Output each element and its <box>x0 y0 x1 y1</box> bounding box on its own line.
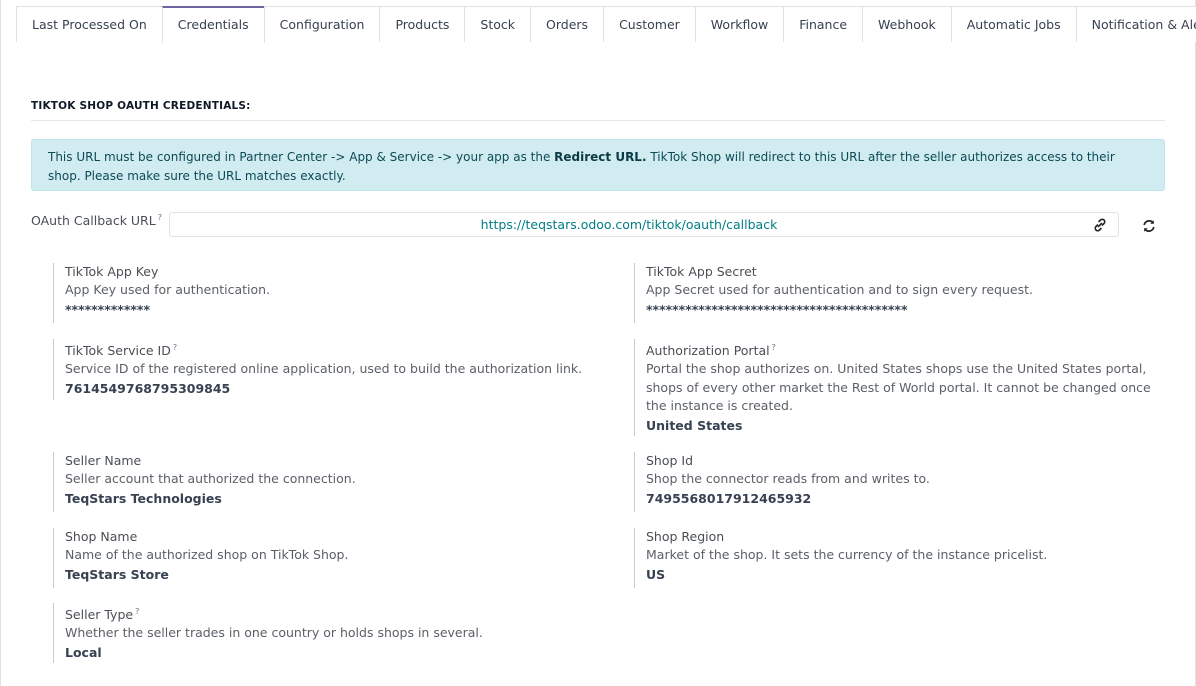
tab-products[interactable]: Products <box>379 6 466 42</box>
field-app-secret: TikTok App Secret App Secret used for au… <box>634 263 1164 323</box>
section-title: TIKTOK SHOP OAUTH CREDENTIALS: <box>31 100 1165 121</box>
shop-region-value[interactable]: US <box>646 565 1164 584</box>
field-label: TikTok Service ID? <box>65 343 178 359</box>
help-tooltip-icon[interactable]: ? <box>173 343 177 352</box>
authorization-portal-value[interactable]: United States <box>646 416 1164 435</box>
field-shop-id: Shop Id Shop the connector reads from an… <box>634 452 1164 512</box>
field-help: Service ID of the registered online appl… <box>65 361 583 377</box>
info-alert: This URL must be configured in Partner C… <box>31 139 1165 191</box>
refresh-icon[interactable] <box>1141 218 1157 234</box>
alert-text-1: This URL must be configured in Partner C… <box>48 150 555 164</box>
field-help: Shop the connector reads from and writes… <box>646 471 930 486</box>
callback-url-label: OAuth Callback URL? <box>31 213 162 228</box>
help-tooltip-icon[interactable]: ? <box>158 213 162 222</box>
tab-webhook[interactable]: Webhook <box>862 6 952 42</box>
field-label: Seller Name <box>65 453 142 468</box>
field-label: Shop Name <box>65 529 138 544</box>
link-icon[interactable] <box>1092 217 1108 233</box>
tab-orders[interactable]: Orders <box>530 6 605 42</box>
tab-automatic-jobs[interactable]: Automatic Jobs <box>950 6 1077 42</box>
field-help: App Key used for authentication. <box>65 282 271 297</box>
help-tooltip-icon[interactable]: ? <box>772 343 776 352</box>
tab-stock[interactable]: Stock <box>464 6 532 42</box>
field-app-key: TikTok App Key App Key used for authenti… <box>53 263 613 323</box>
callback-url-field[interactable]: https://teqstars.odoo.com/tiktok/oauth/c… <box>169 212 1119 237</box>
shop-name-value[interactable]: TeqStars Store <box>65 565 613 584</box>
shop-id-value[interactable]: 7495568017912465932 <box>646 489 1164 508</box>
field-service-id: TikTok Service ID? Service ID of the reg… <box>53 339 613 400</box>
service-id-value[interactable]: 7614549768795309845 <box>65 379 613 398</box>
notebook-tabs: Last Processed On Credentials Configurat… <box>16 6 1196 43</box>
tab-configuration[interactable]: Configuration <box>263 6 381 42</box>
tab-credentials[interactable]: Credentials <box>161 6 265 43</box>
field-help: Portal the shop authorizes on. United St… <box>646 361 1151 414</box>
field-help: Name of the authorized shop on TikTok Sh… <box>65 547 349 562</box>
tab-workflow[interactable]: Workflow <box>694 6 785 42</box>
callback-url-label-text: OAuth Callback URL <box>31 213 156 229</box>
field-label: Shop Region <box>646 529 725 544</box>
field-label: Seller Type? <box>65 607 140 623</box>
help-tooltip-icon[interactable]: ? <box>135 607 139 616</box>
field-label: TikTok App Key <box>65 264 159 279</box>
field-help: Whether the seller trades in one country… <box>65 625 483 641</box>
tab-last-processed-on[interactable]: Last Processed On <box>16 6 163 42</box>
field-shop-region: Shop Region Market of the shop. It sets … <box>634 528 1164 588</box>
field-label: TikTok App Secret <box>646 264 757 279</box>
tab-notification-alerts[interactable]: Notification & Alerts <box>1075 6 1196 42</box>
field-seller-name: Seller Name Seller account that authoriz… <box>53 452 613 512</box>
field-help: Market of the shop. It sets the currency… <box>646 547 1048 562</box>
field-help: App Secret used for authentication and t… <box>646 282 1033 297</box>
alert-text-bold: Redirect URL. <box>554 150 647 164</box>
field-shop-name: Shop Name Name of the authorized shop on… <box>53 528 613 588</box>
tab-finance[interactable]: Finance <box>783 6 864 42</box>
seller-name-value[interactable]: TeqStars Technologies <box>65 489 613 508</box>
field-authorization-portal: Authorization Portal? Portal the shop au… <box>634 339 1164 436</box>
app-key-value[interactable]: ************* <box>65 300 613 319</box>
field-label: Shop Id <box>646 453 694 468</box>
tab-customer[interactable]: Customer <box>603 6 696 42</box>
field-seller-type: Seller Type? Whether the seller trades i… <box>53 603 613 663</box>
field-label: Authorization Portal? <box>646 343 776 359</box>
field-help: Seller account that authorized the conne… <box>65 471 356 486</box>
app-secret-value[interactable]: **************************************** <box>646 300 1164 319</box>
callback-url-value[interactable]: https://teqstars.odoo.com/tiktok/oauth/c… <box>170 217 1088 232</box>
seller-type-value[interactable]: Local <box>65 643 613 662</box>
